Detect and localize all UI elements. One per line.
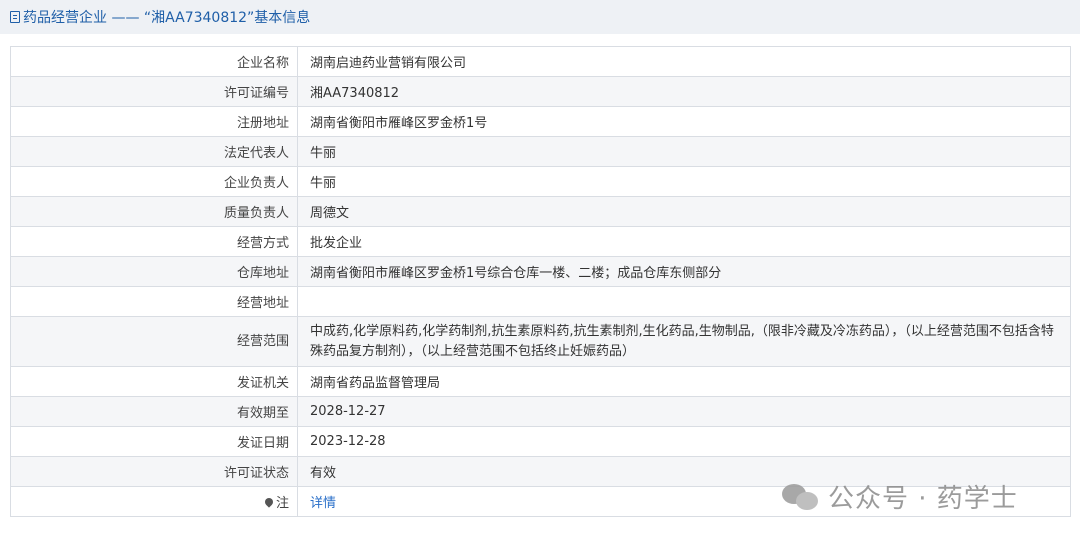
table-row: 质量负责人 周德文 bbox=[10, 196, 1071, 227]
table-row: 经营范围 中成药,化学原料药,化学药制剂,抗生素原料药,抗生素制剂,生化药品,生… bbox=[10, 316, 1071, 367]
table-row: 经营方式 批发企业 bbox=[10, 226, 1071, 257]
row-label: 许可证状态 bbox=[10, 456, 298, 487]
row-value bbox=[297, 286, 1071, 317]
table-row: 发证机关 湖南省药品监督管理局 bbox=[10, 366, 1071, 397]
note-label-cell: 注 bbox=[10, 486, 298, 517]
row-label: 经营地址 bbox=[10, 286, 298, 317]
row-value: 湖南省药品监督管理局 bbox=[297, 366, 1071, 397]
wechat-icon bbox=[782, 482, 820, 512]
row-value: 中成药,化学原料药,化学药制剂,抗生素原料药,抗生素制剂,生化药品,生物制品,（… bbox=[297, 316, 1071, 367]
pin-icon bbox=[263, 496, 275, 508]
row-value: 批发企业 bbox=[297, 226, 1071, 257]
table-row: 企业负责人 牛丽 bbox=[10, 166, 1071, 197]
info-table: 企业名称 湖南启迪药业营销有限公司 许可证编号 湘AA7340812 注册地址 … bbox=[10, 46, 1071, 517]
row-label: 企业负责人 bbox=[10, 166, 298, 197]
table-row: 法定代表人 牛丽 bbox=[10, 136, 1071, 167]
row-label: 经营范围 bbox=[10, 316, 298, 367]
table-row: 发证日期 2023-12-28 bbox=[10, 426, 1071, 457]
row-value: 牛丽 bbox=[297, 166, 1071, 197]
row-label: 发证日期 bbox=[10, 426, 298, 457]
row-label: 仓库地址 bbox=[10, 256, 298, 287]
row-value: 2028-12-27 bbox=[297, 396, 1071, 427]
row-label: 经营方式 bbox=[10, 226, 298, 257]
row-label: 许可证编号 bbox=[10, 76, 298, 107]
table-row: 企业名称 湖南启迪药业营销有限公司 bbox=[10, 46, 1071, 77]
table-row: 经营地址 bbox=[10, 286, 1071, 317]
table-row: 注册地址 湖南省衡阳市雁峰区罗金桥1号 bbox=[10, 106, 1071, 137]
watermark-text: 公众号 · 药学士 bbox=[828, 484, 1018, 514]
document-icon bbox=[10, 11, 20, 23]
row-value: 湖南省衡阳市雁峰区罗金桥1号 bbox=[297, 106, 1071, 137]
row-label: 发证机关 bbox=[10, 366, 298, 397]
page-title: 药品经营企业 —— “湘AA7340812”基本信息 bbox=[23, 10, 311, 26]
table-row: 许可证编号 湘AA7340812 bbox=[10, 76, 1071, 107]
row-label: 有效期至 bbox=[10, 396, 298, 427]
row-value: 湖南省衡阳市雁峰区罗金桥1号综合仓库一楼、二楼；成品仓库东侧部分 bbox=[297, 256, 1071, 287]
row-value: 湖南启迪药业营销有限公司 bbox=[297, 46, 1071, 77]
table-row: 仓库地址 湖南省衡阳市雁峰区罗金桥1号综合仓库一楼、二楼；成品仓库东侧部分 bbox=[10, 256, 1071, 287]
row-value: 2023-12-28 bbox=[297, 426, 1071, 457]
row-label: 注册地址 bbox=[10, 106, 298, 137]
row-label: 企业名称 bbox=[10, 46, 298, 77]
watermark: 公众号 · 药学士 bbox=[782, 478, 1018, 515]
page-header: 药品经营企业 —— “湘AA7340812”基本信息 bbox=[0, 0, 1080, 34]
details-link[interactable]: 详情 bbox=[310, 496, 336, 511]
row-value: 周德文 bbox=[297, 196, 1071, 227]
row-value: 牛丽 bbox=[297, 136, 1071, 167]
note-label: 注 bbox=[275, 496, 289, 511]
row-value: 湘AA7340812 bbox=[297, 76, 1071, 107]
row-label: 法定代表人 bbox=[10, 136, 298, 167]
table-row: 有效期至 2028-12-27 bbox=[10, 396, 1071, 427]
row-label: 质量负责人 bbox=[10, 196, 298, 227]
